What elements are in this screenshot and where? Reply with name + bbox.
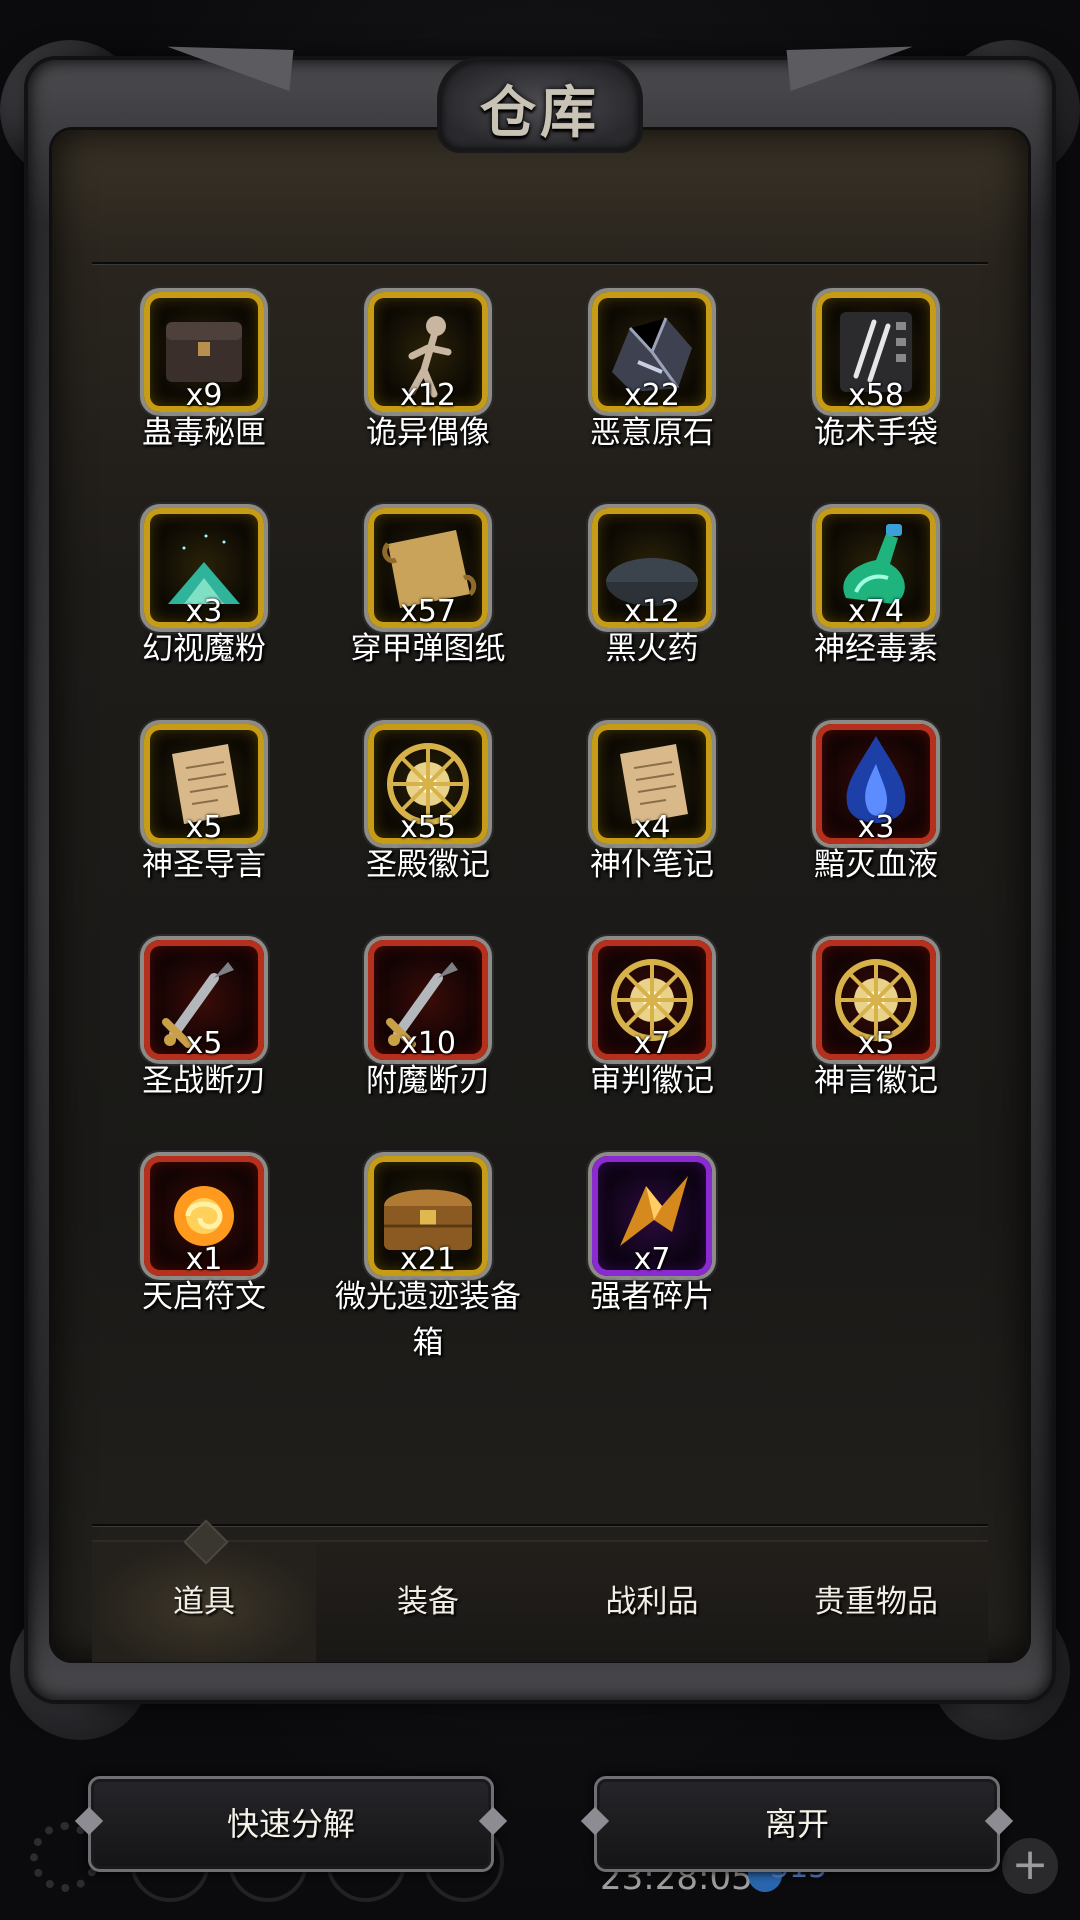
item-name: 圣战断刃 bbox=[142, 1063, 266, 1099]
inventory-item[interactable]: x9 蛊毒秘匣 bbox=[92, 292, 316, 508]
inventory-item[interactable]: x5 圣战断刃 bbox=[92, 940, 316, 1156]
inventory-item[interactable]: x8寒霜秘术残页 bbox=[316, 266, 540, 292]
tab-valuables[interactable]: 贵重物品 bbox=[764, 1540, 988, 1662]
item-count: x22 bbox=[624, 378, 680, 413]
item-name: 黯灭血液 bbox=[814, 847, 938, 883]
item-name: 神仆笔记 bbox=[590, 847, 714, 883]
inventory-item[interactable]: x7 审判徽记 bbox=[540, 940, 764, 1156]
item-count: x3 bbox=[185, 594, 223, 629]
inventory-item[interactable]: x15干枯之手 bbox=[540, 266, 764, 292]
leave-button[interactable]: 离开 bbox=[594, 1776, 1000, 1872]
item-count: x21 bbox=[400, 1242, 456, 1277]
inventory-item[interactable]: x3 黯灭血液 bbox=[764, 724, 988, 940]
inventory-scroll-area[interactable]: x62火焰秘术典籍x8寒霜秘术残页x15干枯之手x56恶魔之血x9蛊毒秘匣x12… bbox=[92, 266, 988, 1522]
item-count: x3 bbox=[857, 810, 895, 845]
item-count: x58 bbox=[848, 378, 904, 413]
inventory-item[interactable]: x10 附魔断刃 bbox=[316, 940, 540, 1156]
inventory-item[interactable]: x62火焰秘术典籍 bbox=[92, 266, 316, 292]
item-count: x5 bbox=[857, 1026, 895, 1061]
item-name: 天启符文 bbox=[142, 1279, 266, 1315]
item-count: x5 bbox=[185, 1026, 223, 1061]
item-name: 神圣导言 bbox=[142, 847, 266, 883]
plus-icon[interactable]: + bbox=[1002, 1838, 1058, 1894]
item-name: 神言徽记 bbox=[814, 1063, 938, 1099]
item-name: 蛊毒秘匣 bbox=[142, 415, 266, 451]
item-count: x5 bbox=[185, 810, 223, 845]
item-name: 黑火药 bbox=[605, 631, 699, 667]
item-name: 圣殿徽记 bbox=[366, 847, 490, 883]
inventory-item[interactable]: x5 神言徽记 bbox=[764, 940, 988, 1156]
tab-equipment[interactable]: 装备 bbox=[316, 1540, 540, 1662]
quick-decompose-button[interactable]: 快速分解 bbox=[88, 1776, 494, 1872]
item-name: 穿甲弹图纸 bbox=[350, 631, 506, 667]
item-count: x12 bbox=[400, 378, 456, 413]
inventory-item[interactable]: x12 诡异偶像 bbox=[316, 292, 540, 508]
item-name: 神经毒素 bbox=[814, 631, 938, 667]
inventory-item[interactable]: x55 圣殿徽记 bbox=[316, 724, 540, 940]
item-name: 诡术手袋 bbox=[814, 415, 938, 451]
warehouse-screen: 23:28:05 315 + 仓库 x62火焰秘术典籍x8寒霜秘术残页x15干枯… bbox=[0, 0, 1080, 1920]
inventory-item[interactable]: x57 穿甲弹图纸 bbox=[316, 508, 540, 724]
item-name: 强者碎片 bbox=[590, 1279, 714, 1315]
inventory-item[interactable]: x5 神圣导言 bbox=[92, 724, 316, 940]
item-count: x7 bbox=[633, 1026, 671, 1061]
item-count: x1 bbox=[185, 1242, 223, 1277]
divider bbox=[92, 262, 988, 264]
inventory-item[interactable]: x4 神仆笔记 bbox=[540, 724, 764, 940]
inventory-item[interactable]: x12 黑火药 bbox=[540, 508, 764, 724]
inventory-item[interactable]: x56恶魔之血 bbox=[764, 266, 988, 292]
divider bbox=[92, 1524, 988, 1526]
item-count: x10 bbox=[400, 1026, 456, 1061]
inventory-item[interactable]: x21 微光遗迹装备箱 bbox=[316, 1156, 540, 1372]
item-count: x7 bbox=[633, 1242, 671, 1277]
item-count: x9 bbox=[185, 378, 223, 413]
inventory-item[interactable]: x1 天启符文 bbox=[92, 1156, 316, 1372]
item-name: 微光遗迹装备箱 bbox=[335, 1279, 521, 1361]
dialog-title: 仓库 bbox=[480, 80, 600, 146]
item-name: 诡异偶像 bbox=[366, 415, 490, 451]
inventory-item[interactable]: x7 强者碎片 bbox=[540, 1156, 764, 1372]
item-count: x57 bbox=[400, 594, 456, 629]
category-tabs: 道具 装备 战利品 贵重物品 bbox=[92, 1519, 988, 1662]
inventory-item[interactable]: x22 恶意原石 bbox=[540, 292, 764, 508]
item-name: 幻视魔粉 bbox=[142, 631, 266, 667]
inventory-item[interactable]: x74 神经毒素 bbox=[764, 508, 988, 724]
inventory-item[interactable]: x3 幻视魔粉 bbox=[92, 508, 316, 724]
item-count: x55 bbox=[400, 810, 456, 845]
item-count: x12 bbox=[624, 594, 680, 629]
tab-loot[interactable]: 战利品 bbox=[540, 1540, 764, 1662]
item-count: x74 bbox=[848, 594, 904, 629]
item-count: x4 bbox=[633, 810, 671, 845]
item-name: 附魔断刃 bbox=[366, 1063, 490, 1099]
inventory-item[interactable]: x58 诡术手袋 bbox=[764, 292, 988, 508]
item-name: 审判徽记 bbox=[590, 1063, 714, 1099]
item-name: 恶意原石 bbox=[590, 415, 714, 451]
